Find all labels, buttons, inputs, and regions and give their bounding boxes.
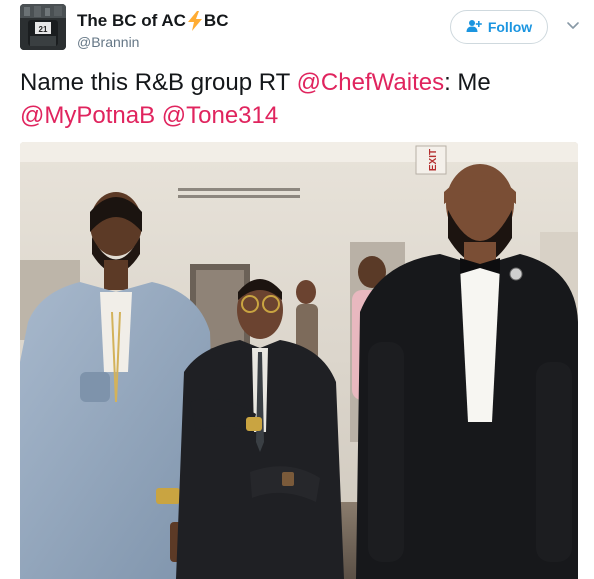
add-person-icon	[466, 19, 482, 36]
follow-button[interactable]: Follow	[450, 10, 548, 44]
photo-illustration: EXIT	[20, 142, 578, 579]
display-name-part2: BC	[203, 11, 229, 30]
tweet-card: 21 The BC of AC BC @Brannin Follow Name …	[0, 0, 594, 579]
mention-chefwaites[interactable]: @ChefWaites	[297, 69, 445, 96]
exit-sign-text: EXIT	[428, 149, 439, 171]
mention-mypotnab[interactable]: @MyPotnaB	[20, 102, 155, 129]
lightning-bolt-icon	[187, 11, 203, 31]
avatar[interactable]: 21	[20, 4, 66, 50]
tweet-text: Name this R&B group RT @ChefWaites: Me @…	[20, 66, 580, 132]
mention-tone314[interactable]: @Tone314	[162, 102, 278, 129]
chevron-down-icon[interactable]	[565, 18, 581, 34]
tweet-text-part3	[155, 102, 162, 129]
tweet-photo[interactable]: EXIT	[20, 142, 578, 579]
svg-text:21: 21	[39, 25, 48, 34]
tweet-text-part2: : Me	[444, 69, 491, 96]
tweet-text-part1: Name this R&B group RT	[20, 69, 297, 96]
avatar-image: 21	[20, 4, 66, 50]
follow-label: Follow	[487, 19, 533, 35]
display-name[interactable]: The BC of AC BC	[77, 10, 228, 32]
display-name-part1: The BC of AC	[77, 11, 186, 30]
user-handle[interactable]: @Brannin	[77, 34, 139, 50]
